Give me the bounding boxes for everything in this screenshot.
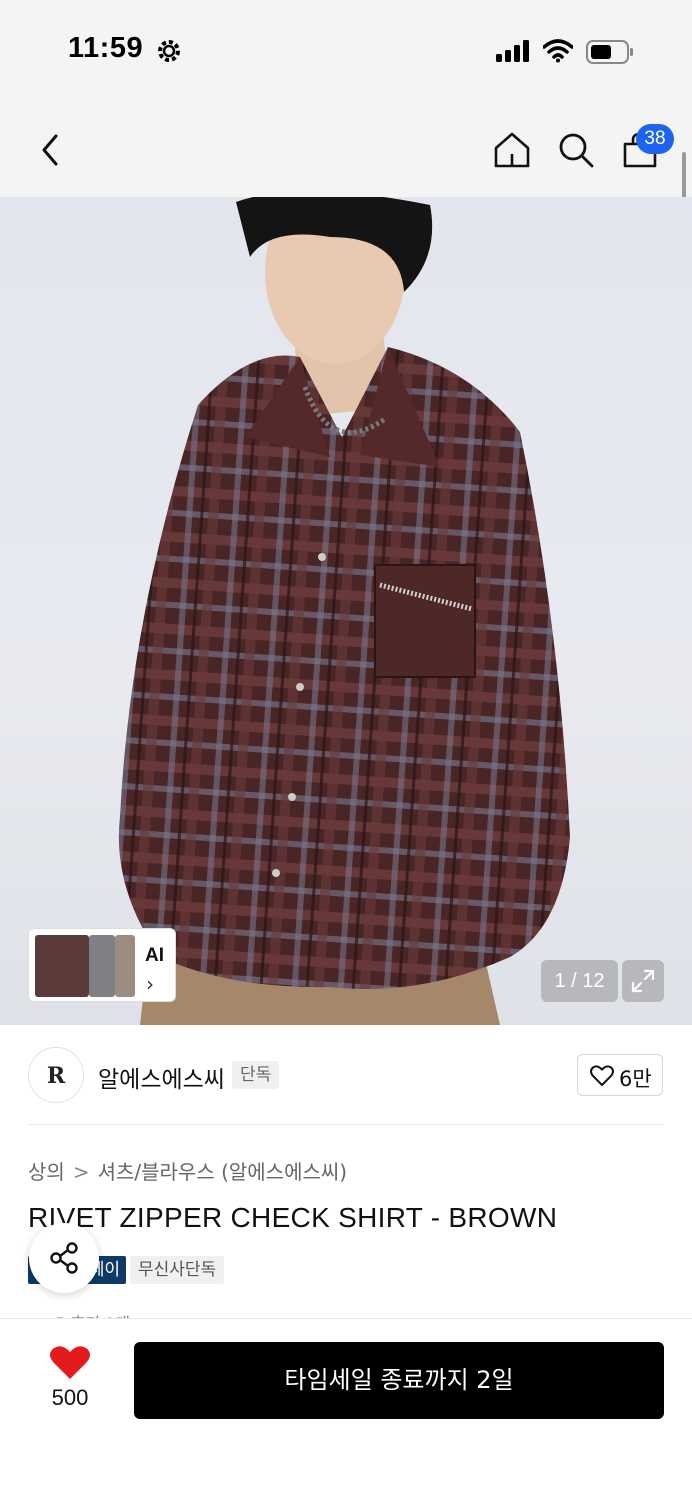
gear-icon	[158, 40, 180, 62]
musinsa-exclusive-badge: 무신사단독	[130, 1256, 225, 1284]
brand-like-button[interactable]: 6만	[577, 1054, 663, 1096]
product-like-count: 500	[51, 1385, 89, 1410]
time-sale-button[interactable]: 타임세일 종료까지 2일	[134, 1342, 664, 1419]
breadcrumb: 상의 > 셔츠/블라우스 (알에스에스씨)	[28, 1156, 347, 1185]
heart-outline-icon	[590, 1065, 614, 1087]
brand-row: R 알에스에스씨 단독 6만	[0, 1025, 692, 1125]
back-chevron-icon[interactable]	[36, 132, 66, 168]
breadcrumb-item[interactable]: 셔츠/블라우스 (알에스에스씨)	[98, 1156, 348, 1185]
share-button[interactable]	[29, 1223, 99, 1293]
ai-thumbnail-1	[35, 935, 89, 997]
breadcrumb-item[interactable]: 상의	[28, 1156, 65, 1185]
ai-thumbnail-2	[89, 935, 115, 997]
expand-icon[interactable]	[622, 960, 664, 1002]
cart-count-badge[interactable]: 38	[636, 124, 674, 154]
brand-like-count: 6만	[619, 1067, 652, 1091]
search-icon[interactable]	[556, 130, 596, 170]
status-time: 11:59	[68, 32, 144, 64]
bottom-action-bar: 500 타임세일 종료까지 2일	[0, 1318, 692, 1500]
brand-name[interactable]: 알에스에스씨	[98, 1060, 225, 1094]
cellular-signal-icon	[496, 40, 529, 62]
top-nav-bar	[0, 100, 692, 197]
ai-label: AI	[145, 945, 164, 966]
exclusive-badge: 단독	[232, 1061, 280, 1089]
home-icon[interactable]	[492, 130, 532, 170]
wifi-icon	[543, 39, 573, 63]
product-title: RIVET ZIPPER CHECK SHIRT - BROWN	[28, 1202, 558, 1233]
image-counter: 1 / 12	[541, 960, 618, 1002]
heart-filled-icon[interactable]	[40, 1343, 100, 1383]
status-bar: 11:59	[0, 0, 692, 100]
chevron-right-icon: ›	[146, 972, 154, 996]
model-illustration	[118, 197, 570, 1025]
share-icon	[50, 1242, 78, 1274]
divider	[28, 1124, 664, 1125]
battery-icon	[586, 40, 633, 64]
product-image[interactable]	[0, 197, 692, 1025]
breadcrumb-separator: >	[72, 1160, 90, 1184]
ai-thumbnail-3	[115, 935, 135, 997]
brand-logo[interactable]: R	[28, 1047, 84, 1103]
